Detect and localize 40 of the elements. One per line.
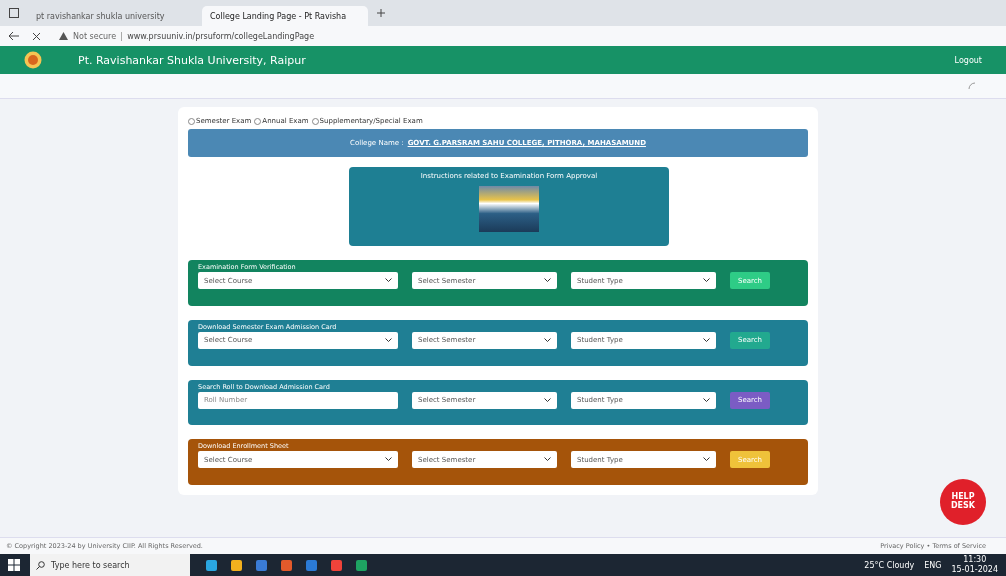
taskbar-app-icon[interactable]	[331, 559, 342, 571]
chevron-down-icon	[703, 397, 710, 403]
help-desk-button[interactable]: HELP DESK	[940, 479, 986, 525]
chevron-down-icon	[544, 278, 551, 284]
chevron-down-icon	[544, 457, 551, 463]
clock-date: 15-01-2024	[951, 565, 998, 575]
taskbar-app-icon[interactable]	[306, 559, 317, 571]
search-icon	[36, 560, 45, 570]
url-text: www.prsuuniv.in/prsuform/collegeLandingPage	[127, 31, 315, 41]
taskbar-app-icon[interactable]	[256, 559, 267, 571]
site-title: Pt. Ravishankar Shukla University, Raipur	[78, 53, 306, 67]
taskbar-app-icon[interactable]	[206, 559, 217, 571]
chevron-down-icon	[385, 337, 392, 343]
new-tab-icon[interactable]	[376, 8, 386, 18]
video-thumbnail-placeholder[interactable]	[479, 185, 539, 232]
university-logo-icon	[24, 51, 42, 69]
logout-link[interactable]: Logout	[954, 55, 982, 65]
tab-actions-icon[interactable]	[8, 7, 20, 19]
chevron-down-icon	[544, 337, 551, 343]
chevron-down-icon	[385, 457, 392, 463]
warning-icon	[59, 32, 68, 40]
chevron-down-icon	[703, 337, 710, 343]
close-icon[interactable]	[32, 31, 41, 41]
browser-tab[interactable]: College Landing Page - Pt Ravisha	[202, 6, 368, 26]
chevron-down-icon	[703, 457, 710, 463]
taskbar-search-field[interactable]: Type here to search	[30, 554, 190, 576]
clock-time: 11:30	[963, 555, 987, 565]
weather-text: 25°C Cloudy	[864, 560, 915, 570]
back-icon[interactable]	[8, 31, 20, 41]
chevron-down-icon	[385, 278, 392, 284]
security-label: Not secure	[73, 31, 123, 41]
browser-tab[interactable]: pt ravishankar shukla university	[28, 6, 194, 26]
chevron-down-icon	[703, 278, 710, 284]
chevron-down-icon	[544, 397, 551, 403]
start-icon[interactable]	[8, 559, 20, 571]
language-text: ENG	[924, 560, 942, 570]
taskbar-app-icon[interactable]	[231, 559, 242, 571]
taskbar-app-icon[interactable]	[281, 559, 292, 571]
taskbar-app-icon[interactable]	[356, 559, 367, 571]
address-bar[interactable]: Not secure www.prsuuniv.in/prsuform/collegeLandingPage	[53, 30, 321, 42]
